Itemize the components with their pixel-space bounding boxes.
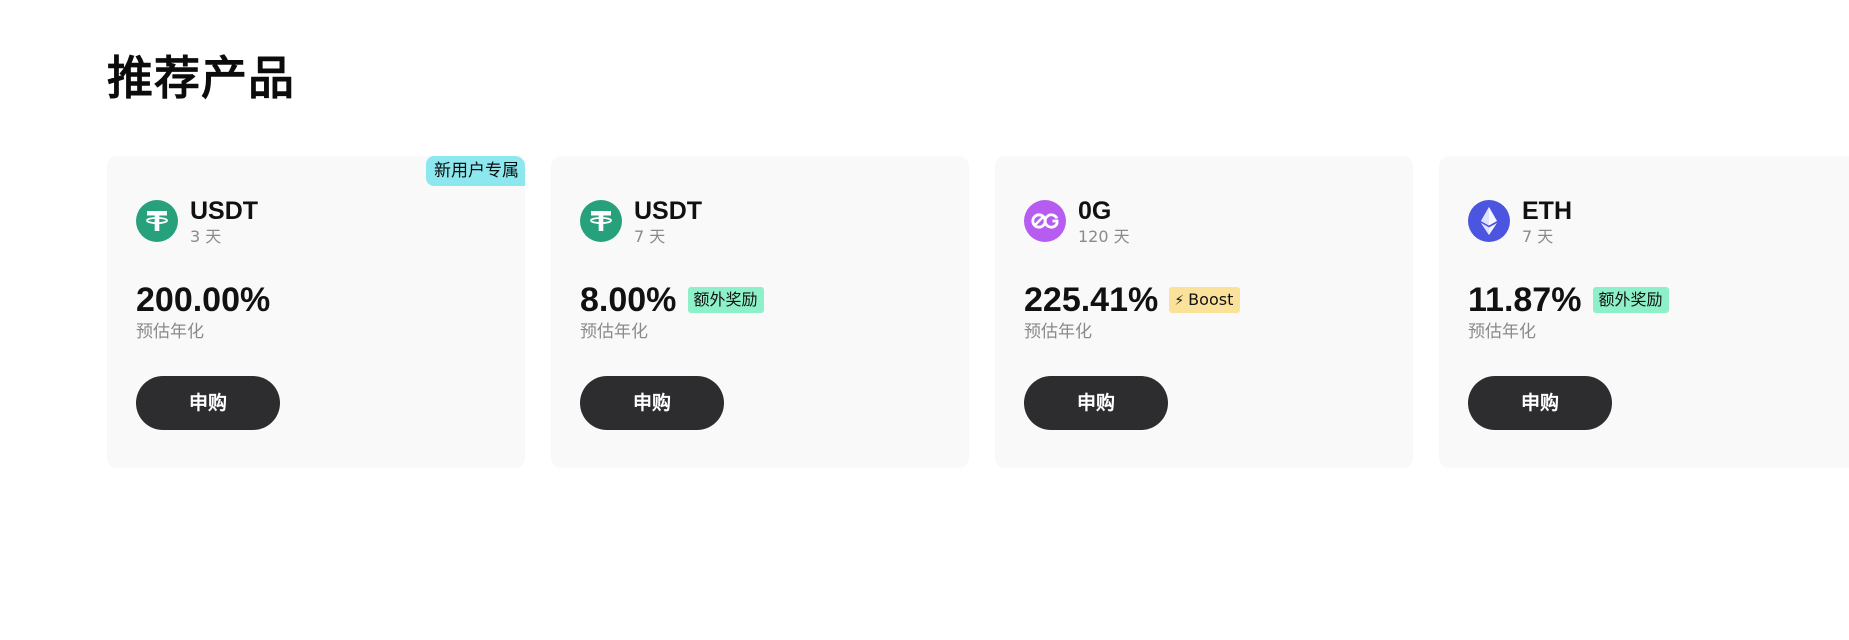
og-icon: [1024, 200, 1066, 242]
token-term: 7 天: [634, 227, 666, 246]
apr-value: 11.87%: [1468, 281, 1582, 319]
token-name: USDT: [190, 197, 259, 225]
subscribe-button[interactable]: 申购: [1468, 376, 1612, 430]
apr-label: 预估年化: [136, 322, 204, 342]
rate-line: 11.87% 额外奖励: [1468, 280, 1669, 320]
token-term: 120 天: [1078, 227, 1130, 246]
boost-icon: ⚡: [1174, 293, 1185, 309]
subscribe-button[interactable]: 申购: [1024, 376, 1168, 430]
token-name: 0G: [1078, 197, 1112, 225]
eth-icon: [1468, 200, 1510, 242]
usdt-icon: [580, 200, 622, 242]
extra-reward-tag: 额外奖励: [687, 287, 764, 313]
usdt-icon: [136, 200, 178, 242]
product-card-usdt-7d[interactable]: USDT 7 天 8.00% 额外奖励 预估年化 申购: [551, 156, 969, 468]
rate-line: 8.00% 额外奖励: [580, 280, 764, 320]
apr-label: 预估年化: [1468, 322, 1536, 342]
subscribe-button[interactable]: 申购: [136, 376, 280, 430]
product-cards-row: 新用户专属 USDT 3 天 200.00% 预估年化 申购 USDT 7 天 …: [107, 156, 1849, 470]
extra-reward-tag: 额外奖励: [1592, 287, 1669, 313]
boost-tag-label: Boost: [1188, 290, 1234, 309]
token-term: 3 天: [190, 227, 222, 246]
token-term: 7 天: [1522, 227, 1554, 246]
apr-value: 225.41%: [1024, 281, 1159, 319]
product-card-eth-7d[interactable]: ETH 7 天 11.87% 额外奖励 预估年化 申购: [1439, 156, 1849, 468]
section-title: 推荐产品: [107, 51, 295, 105]
subscribe-button[interactable]: 申购: [580, 376, 724, 430]
product-card-0g-120d[interactable]: 0G 120 天 225.41% ⚡ Boost 预估年化 申购: [995, 156, 1413, 468]
apr-value: 200.00%: [136, 281, 271, 319]
token-name: ETH: [1522, 197, 1572, 225]
boost-tag: ⚡ Boost: [1169, 287, 1241, 313]
rate-line: 225.41% ⚡ Boost: [1024, 280, 1241, 320]
new-user-tag: 新用户专属: [426, 156, 525, 186]
token-name: USDT: [634, 197, 703, 225]
rate-line: 200.00%: [136, 280, 270, 320]
apr-label: 预估年化: [1024, 322, 1092, 342]
product-card-usdt-3d[interactable]: 新用户专属 USDT 3 天 200.00% 预估年化 申购: [107, 156, 525, 468]
apr-label: 预估年化: [580, 322, 648, 342]
apr-value: 8.00%: [580, 281, 677, 319]
